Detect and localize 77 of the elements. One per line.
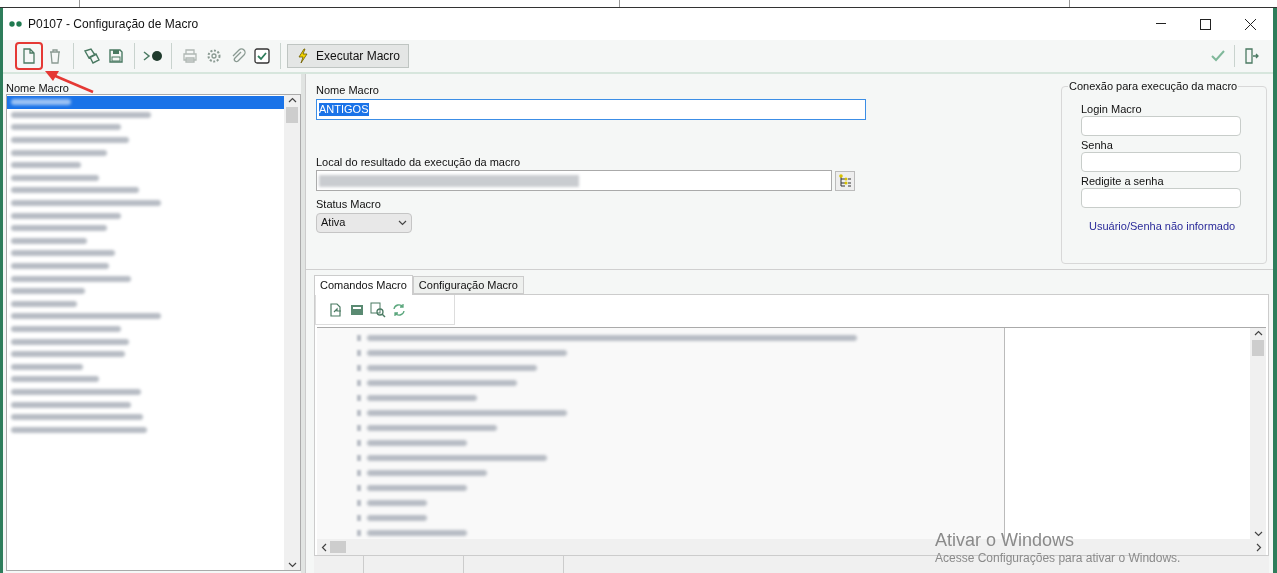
blurred-line-number	[357, 529, 361, 536]
activation-subtitle: Acesse Configurações para ativar o Windows.	[935, 551, 1181, 565]
refresh-icon[interactable]	[392, 302, 406, 317]
blurred-text	[11, 300, 77, 307]
password-field[interactable]	[1081, 152, 1241, 172]
paperclip-icon	[230, 48, 246, 64]
scroll-up-icon	[287, 97, 297, 103]
exit-icon	[1243, 48, 1259, 64]
blurred-line-number	[357, 334, 361, 341]
window-title: P0107 - Configuração de Macro	[28, 16, 199, 33]
maximize-icon	[1200, 18, 1211, 30]
tab[interactable]: Comandos Macro	[314, 275, 413, 295]
login-field[interactable]	[1081, 116, 1241, 136]
blurred-line-number	[357, 424, 361, 431]
scroll-down-icon	[287, 562, 297, 568]
scrollbar-thumb[interactable]	[1252, 340, 1264, 356]
app-icon	[9, 21, 23, 27]
blurred-line-number	[357, 379, 361, 386]
blurred-line-number	[357, 484, 361, 491]
activation-title: Ativar o Windows	[935, 529, 1076, 551]
copy-icon	[83, 48, 101, 64]
field-label: Status Macro	[316, 197, 382, 212]
blurred-line-number	[357, 349, 361, 356]
lightning-icon	[296, 48, 310, 64]
blurred-text	[11, 99, 71, 106]
list-label: Nome Macro	[6, 82, 70, 94]
blurred-line-number	[357, 439, 361, 446]
scrollbar-thumb[interactable]	[330, 541, 346, 553]
field-label: Redigite a senha	[1081, 175, 1165, 188]
blurred-line-number	[357, 454, 361, 461]
field-label: Local do resultado da execução da macro	[316, 154, 522, 170]
scroll-up-icon	[1253, 330, 1263, 336]
trash-icon	[48, 48, 62, 64]
folder-tree-icon	[838, 173, 852, 188]
blurred-line-number	[357, 469, 361, 476]
field-label: Nome Macro	[316, 83, 380, 98]
run-icon	[142, 49, 164, 63]
blurred-code-line	[367, 499, 427, 506]
blurred-code-line	[367, 514, 427, 521]
minimize-icon	[1155, 23, 1166, 25]
result-path-field[interactable]	[316, 170, 832, 191]
password-repeat-field[interactable]	[1081, 188, 1241, 208]
vertical-scrollbar[interactable]	[284, 95, 300, 570]
field-label: Senha	[1081, 139, 1114, 152]
dropdown-caret-icon	[398, 219, 407, 226]
search-icon[interactable]	[370, 301, 386, 318]
group-title: Conexão para execução da macro	[1068, 79, 1239, 93]
blurred-text	[11, 363, 83, 370]
status-dropdown[interactable]: Ativa	[316, 212, 412, 233]
blurred-line-number	[357, 514, 361, 521]
document-icon[interactable]	[350, 302, 364, 317]
scrollbar-thumb[interactable]	[286, 107, 298, 123]
browse-button[interactable]	[835, 170, 855, 191]
blurred-line-number	[357, 364, 361, 371]
blurred-line-number	[357, 499, 361, 506]
blurred-text	[11, 162, 81, 169]
printer-icon	[182, 48, 198, 64]
scroll-down-icon	[1253, 531, 1263, 537]
blurred-line-number	[357, 394, 361, 401]
checkbox-icon	[254, 48, 270, 64]
tab[interactable]: Configuração Macro	[412, 276, 524, 294]
open-file-icon[interactable]	[328, 301, 344, 318]
field-value: ANTIGOS	[319, 102, 369, 116]
field-label: Login Macro	[1081, 103, 1143, 116]
close-icon	[1245, 18, 1256, 30]
status-message: Usuário/Senha não informado	[1089, 219, 1237, 234]
scroll-right-icon	[1256, 542, 1262, 552]
blurred-line-number	[357, 409, 361, 416]
name-field[interactable]: ANTIGOS	[316, 98, 866, 120]
vertical-scrollbar[interactable]	[1250, 328, 1266, 539]
scroll-left-icon	[321, 542, 327, 552]
new-document-icon	[22, 48, 36, 64]
execute-macro-button[interactable]: Executar Macro	[287, 44, 410, 68]
macro-list[interactable]	[6, 94, 301, 571]
list-item[interactable]	[7, 96, 284, 109]
settings-icon	[206, 48, 222, 64]
checkmark-icon	[1210, 49, 1226, 63]
